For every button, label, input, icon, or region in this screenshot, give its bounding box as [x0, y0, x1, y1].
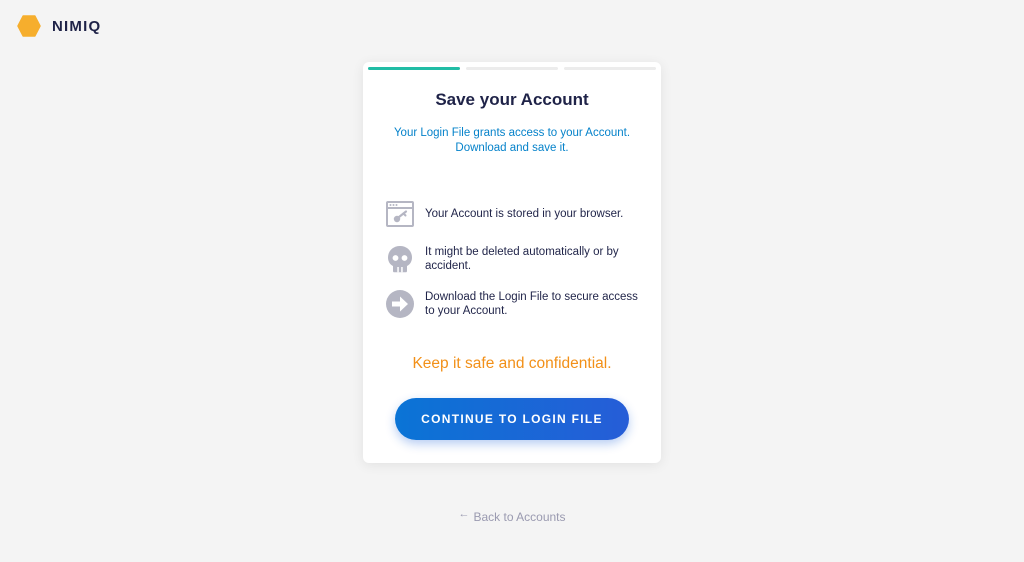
progress-indicator: [368, 67, 656, 70]
arrow-circle-icon: [386, 290, 414, 318]
intro-line-2: Download and save it.: [455, 142, 569, 154]
nimiq-hexagon-icon: [17, 15, 41, 37]
save-account-card: Save your Account Your Login File grants…: [363, 62, 661, 463]
browser-key-icon: [386, 201, 414, 227]
page-title: Save your Account: [435, 90, 589, 109]
info-item-download: Download the Login File to secure access…: [385, 289, 645, 319]
back-to-accounts-link[interactable]: ← Back to Accounts: [0, 508, 1024, 524]
progress-step-2: [466, 67, 558, 70]
back-arrow-icon: ←: [458, 508, 470, 520]
info-item-text: It might be deleted automatically or by …: [425, 245, 619, 273]
info-item-text: Your Account is stored in your browser.: [425, 207, 624, 220]
back-link-label: Back to Accounts: [473, 510, 566, 524]
info-item-text: Download the Login File to secure access…: [425, 290, 638, 318]
info-item-browser: Your Account is stored in your browser.: [385, 199, 645, 229]
info-item-warning: It might be deleted automatically or by …: [385, 244, 645, 274]
brand-name: NIMIQ: [52, 17, 102, 35]
progress-step-3: [564, 67, 656, 70]
skull-icon: [388, 246, 412, 273]
progress-step-1: [368, 67, 460, 70]
continue-to-login-file-button[interactable]: CONTINUE TO LOGIN FILE: [395, 398, 629, 440]
brand-logo[interactable]: NIMIQ: [17, 15, 101, 37]
intro-text: Your Login File grants access to your Ac…: [375, 126, 649, 156]
keep-safe-note: Keep it safe and confidential.: [412, 355, 612, 372]
intro-line-1: Your Login File grants access to your Ac…: [393, 127, 631, 139]
